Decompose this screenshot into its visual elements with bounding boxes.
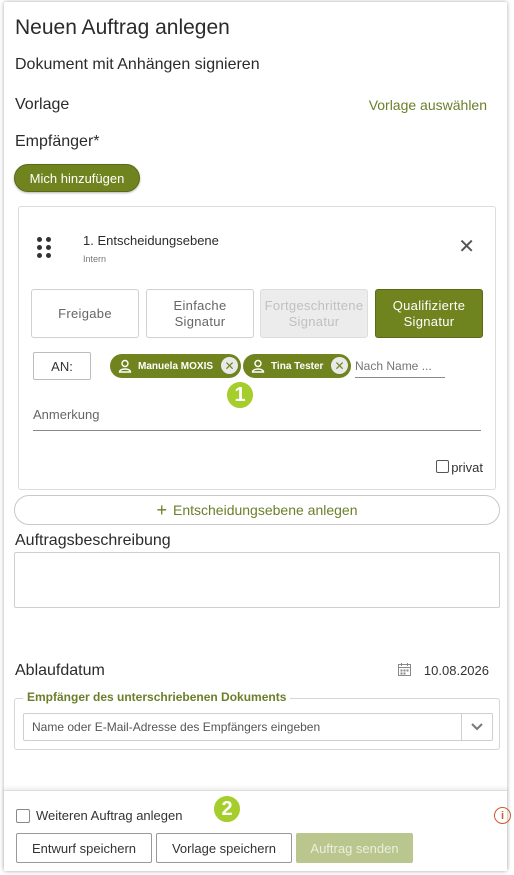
dialog-panel: Neuen Auftrag anlegen Dokument mit Anhän… — [4, 2, 507, 871]
recipient-search-input[interactable] — [355, 354, 445, 378]
calendar-icon[interactable] — [398, 663, 411, 676]
decision-level-title: 1. Entscheidungsebene — [83, 233, 219, 248]
decision-level-card: 1. Entscheidungsebene Intern ✕ Freigabe … — [18, 206, 496, 490]
chip-label: Manuela MOXIS — [138, 360, 214, 372]
signature-option-fortgeschrittene: Fortgeschrittene Signatur — [260, 289, 368, 338]
remove-chip-icon[interactable]: ✕ — [331, 357, 348, 374]
drag-handle-icon[interactable] — [37, 237, 53, 261]
remove-chip-icon[interactable]: ✕ — [221, 357, 238, 374]
chevron-down-icon[interactable] — [461, 713, 493, 741]
save-template-button[interactable]: Vorlage speichern — [156, 833, 292, 863]
template-label: Vorlage — [15, 96, 70, 113]
to-button[interactable]: AN: — [33, 352, 91, 380]
recipient-chip: Tina Tester ✕ — [243, 354, 351, 378]
person-icon — [118, 359, 132, 373]
signed-doc-recipient-input[interactable]: Name oder E-Mail-Adresse des Empfängers … — [23, 713, 461, 741]
select-template-link[interactable]: Vorlage auswählen — [369, 97, 487, 113]
signature-option-freigabe[interactable]: Freigabe — [31, 289, 139, 338]
person-icon — [251, 359, 265, 373]
add-decision-level-button[interactable]: + Entscheidungsebene anlegen — [14, 495, 500, 525]
save-draft-button[interactable]: Entwurf speichern — [16, 833, 152, 863]
remark-field[interactable]: Anmerkung — [33, 403, 481, 431]
signature-option-einfache[interactable]: Einfache Signatur — [146, 289, 254, 338]
callout-badge: 2 — [212, 794, 242, 824]
signed-doc-recipient-group: Empfänger des unterschriebenen Dokuments… — [14, 690, 500, 750]
expiry-label: Ablaufdatum — [15, 662, 105, 679]
private-label: privat — [451, 460, 483, 475]
chip-label: Tina Tester — [271, 360, 324, 372]
recipients-label: Empfänger* — [15, 133, 100, 150]
recipient-chip: Manuela MOXIS ✕ — [110, 354, 241, 378]
add-level-label: Entscheidungsebene anlegen — [173, 502, 358, 518]
signature-option-qualifizierte[interactable]: Qualifizierte Signatur — [375, 289, 483, 338]
description-textarea[interactable] — [14, 552, 500, 608]
page-subtitle: Dokument mit Anhängen signieren — [15, 56, 260, 73]
expiry-date-value[interactable]: 10.08.2026 — [424, 663, 489, 678]
close-icon[interactable]: ✕ — [458, 237, 475, 257]
another-order-label: Weiteren Auftrag anlegen — [36, 808, 183, 823]
description-label: Auftragsbeschreibung — [15, 532, 171, 549]
footer-bar: Weiteren Auftrag anlegen 2 i Entwurf spe… — [4, 790, 511, 871]
decision-level-type: Intern — [83, 254, 107, 264]
page-title: Neuen Auftrag anlegen — [15, 16, 230, 39]
plus-icon: + — [156, 499, 167, 520]
add-me-button[interactable]: Mich hinzufügen — [14, 164, 140, 192]
private-checkbox[interactable] — [436, 460, 449, 473]
info-icon[interactable]: i — [494, 807, 511, 824]
send-order-button: Auftrag senden — [296, 833, 413, 863]
another-order-checkbox[interactable] — [16, 809, 30, 823]
signed-doc-recipient-legend: Empfänger des unterschriebenen Dokuments — [23, 690, 291, 704]
